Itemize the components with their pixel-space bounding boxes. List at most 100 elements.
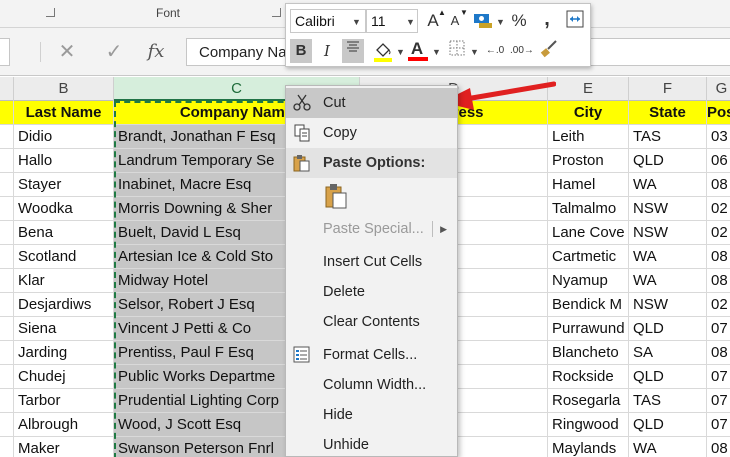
menu-item-hide[interactable]: Hide: [286, 400, 457, 430]
cell-last-name[interactable]: Scotland: [14, 245, 114, 269]
cell-state[interactable]: WA: [629, 245, 707, 269]
cell-state[interactable]: QLD: [629, 413, 707, 437]
header-cell-post[interactable]: Post: [707, 101, 730, 125]
cell-city[interactable]: Ringwood: [548, 413, 629, 437]
fill-color-button[interactable]: [372, 39, 394, 63]
cell-city[interactable]: Lane Cove: [548, 221, 629, 245]
cell-post[interactable]: 07: [707, 389, 730, 413]
cell-a[interactable]: [0, 269, 14, 293]
name-box[interactable]: [0, 38, 10, 66]
cell-a[interactable]: [0, 413, 14, 437]
format-painter-button[interactable]: [538, 39, 560, 63]
italic-button[interactable]: I: [316, 39, 338, 63]
cell-state[interactable]: NSW: [629, 221, 707, 245]
cell-last-name[interactable]: Jarding: [14, 341, 114, 365]
cell-state[interactable]: NSW: [629, 293, 707, 317]
cell-state[interactable]: SA: [629, 341, 707, 365]
cell-a[interactable]: [0, 245, 14, 269]
cell-city[interactable]: Maylands: [548, 437, 629, 457]
cell-post[interactable]: 08: [707, 245, 730, 269]
cell-city[interactable]: Hamel: [548, 173, 629, 197]
cell-city[interactable]: Purrawund: [548, 317, 629, 341]
cell-a[interactable]: [0, 125, 14, 149]
cell-city[interactable]: Bendick M: [548, 293, 629, 317]
increase-decimal-button[interactable]: ←.0: [484, 39, 506, 63]
cell-last-name[interactable]: Woodka: [14, 197, 114, 221]
column-header-b[interactable]: B: [14, 77, 114, 101]
cell-a[interactable]: [0, 221, 14, 245]
cell-state[interactable]: WA: [629, 173, 707, 197]
cell-last-name[interactable]: Stayer: [14, 173, 114, 197]
comma-style-button[interactable]: ,: [536, 7, 558, 31]
cell-state[interactable]: TAS: [629, 389, 707, 413]
cell-last-name[interactable]: Siena: [14, 317, 114, 341]
percent-style-button[interactable]: %: [508, 9, 530, 33]
cell-post[interactable]: 08: [707, 173, 730, 197]
accounting-format-button[interactable]: [472, 9, 494, 33]
cell-state[interactable]: QLD: [629, 149, 707, 173]
cell-city[interactable]: Blancheto: [548, 341, 629, 365]
cell-post[interactable]: 02: [707, 293, 730, 317]
cell-post[interactable]: 07: [707, 413, 730, 437]
cell-city[interactable]: Leith: [548, 125, 629, 149]
cell-state[interactable]: WA: [629, 437, 707, 457]
cell-last-name[interactable]: Desjardiws: [14, 293, 114, 317]
menu-item-insert-cut-cells[interactable]: Insert Cut Cells: [286, 247, 457, 277]
cell-state[interactable]: QLD: [629, 317, 707, 341]
paste-option-icon[interactable]: [322, 183, 350, 211]
bold-button[interactable]: B: [290, 39, 312, 63]
insert-function-icon[interactable]: fx: [143, 39, 169, 65]
header-cell-last-name[interactable]: Last Name: [14, 101, 114, 125]
cell-city[interactable]: Nyamup: [548, 269, 629, 293]
menu-item-delete[interactable]: Delete: [286, 277, 457, 307]
cell-last-name[interactable]: Didio: [14, 125, 114, 149]
header-cell-state[interactable]: State: [629, 101, 707, 125]
menu-item-column-width[interactable]: Column Width...: [286, 370, 457, 400]
cell-post[interactable]: 02: [707, 221, 730, 245]
cell-a[interactable]: [0, 365, 14, 389]
cell-last-name[interactable]: Hallo: [14, 149, 114, 173]
cell-state[interactable]: NSW: [629, 197, 707, 221]
confirm-entry-icon[interactable]: ✓: [101, 39, 127, 65]
cell-a[interactable]: [0, 149, 14, 173]
column-header-g[interactable]: G: [707, 77, 730, 101]
column-header-a[interactable]: [0, 77, 14, 101]
cell-a[interactable]: [0, 389, 14, 413]
cell-city[interactable]: Proston: [548, 149, 629, 173]
align-center-button[interactable]: [342, 39, 364, 63]
cell-city[interactable]: Rosegarla: [548, 389, 629, 413]
cell-post[interactable]: 08: [707, 437, 730, 457]
cell-a[interactable]: [0, 437, 14, 457]
cell-city[interactable]: Cartmetic: [548, 245, 629, 269]
column-header-f[interactable]: F: [629, 77, 707, 101]
cell-last-name[interactable]: Albrough: [14, 413, 114, 437]
cell-post[interactable]: 07: [707, 365, 730, 389]
wrap-text-button[interactable]: [564, 9, 586, 33]
menu-item-cut[interactable]: Cut: [286, 88, 457, 118]
header-cell-city[interactable]: City: [548, 101, 629, 125]
cell-state[interactable]: WA: [629, 269, 707, 293]
menu-item-format-cells[interactable]: Format Cells...: [286, 340, 457, 370]
borders-button[interactable]: [446, 39, 468, 63]
cell-post[interactable]: 02: [707, 197, 730, 221]
cell-post[interactable]: 07: [707, 317, 730, 341]
cell-city[interactable]: Talmalmo: [548, 197, 629, 221]
cell-a[interactable]: [0, 197, 14, 221]
menu-item-clear-contents[interactable]: Clear Contents: [286, 307, 457, 337]
cell-state[interactable]: QLD: [629, 365, 707, 389]
cell-city[interactable]: Rockside: [548, 365, 629, 389]
cell[interactable]: [0, 101, 14, 125]
cell-post[interactable]: 08: [707, 341, 730, 365]
menu-item-copy[interactable]: Copy: [286, 118, 457, 148]
decrease-decimal-button[interactable]: .00→: [510, 39, 534, 63]
cell-a[interactable]: [0, 341, 14, 365]
cell-a[interactable]: [0, 293, 14, 317]
cell-a[interactable]: [0, 317, 14, 341]
cell-last-name[interactable]: Tarbor: [14, 389, 114, 413]
menu-item-unhide[interactable]: Unhide: [286, 430, 457, 457]
cell-last-name[interactable]: Klar: [14, 269, 114, 293]
column-header-e[interactable]: E: [548, 77, 629, 101]
font-dialog-launcher-icon[interactable]: [272, 8, 281, 17]
cancel-entry-icon[interactable]: ✕: [54, 39, 80, 65]
cell-state[interactable]: TAS: [629, 125, 707, 149]
